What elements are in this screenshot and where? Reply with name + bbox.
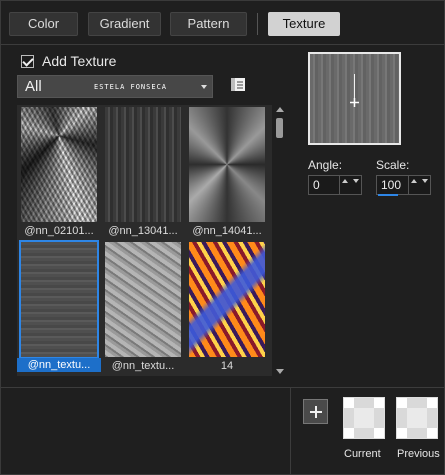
angle-stepper[interactable] <box>308 175 362 195</box>
spin-up-icon[interactable] <box>411 179 417 183</box>
add-texture-label: Add Texture <box>42 53 117 69</box>
thumbnail-caption: @nn_textu... <box>111 360 175 372</box>
texture-thumbnail-image <box>105 242 181 357</box>
scale-label: Scale: <box>376 158 410 172</box>
scale-input[interactable] <box>377 176 410 194</box>
texture-thumbnail-image <box>21 107 97 222</box>
texture-thumbnail-grid: @nn_02101... @nn_13041... @nn_14041... @… <box>17 105 272 376</box>
chevron-down-icon <box>201 85 207 89</box>
tab-separator <box>257 13 258 35</box>
bottom-vertical-divider <box>290 388 291 475</box>
angle-input[interactable] <box>309 176 341 194</box>
current-swatch[interactable] <box>343 397 385 439</box>
texture-thumbnail-image <box>19 240 99 359</box>
scroll-down-icon[interactable] <box>276 369 284 374</box>
scrollbar-thumb[interactable] <box>276 118 283 138</box>
tabs-divider <box>1 44 445 45</box>
thumbnail-caption: 14 <box>220 360 234 372</box>
scroll-up-icon[interactable] <box>276 107 284 112</box>
thumbnail-caption: @nn_14041... <box>192 225 262 237</box>
tab-pattern[interactable]: Pattern <box>170 12 247 36</box>
add-texture-checkbox[interactable] <box>21 55 34 68</box>
tab-color[interactable]: Color <box>9 12 78 36</box>
texture-library-icon[interactable] <box>229 77 247 93</box>
chevron-down-icon[interactable] <box>353 179 359 183</box>
spin-up-icon[interactable] <box>342 179 348 183</box>
thumbnail-caption: @nn_textu... <box>17 358 101 372</box>
tab-texture[interactable]: Texture <box>268 12 340 36</box>
angle-label: Angle: <box>308 158 343 172</box>
tab-gradient[interactable]: Gradient <box>88 12 161 36</box>
texture-thumbnail-image <box>189 242 265 357</box>
previous-label: Previous <box>397 448 440 460</box>
thumbnail-caption: @nn_02101... <box>24 225 94 237</box>
current-label: Current <box>344 448 381 460</box>
scale-focus-indicator <box>378 194 398 196</box>
material-tabs: Color Gradient Pattern Texture <box>1 1 445 45</box>
scale-spin-buttons[interactable] <box>408 176 430 194</box>
previous-swatch[interactable] <box>396 397 438 439</box>
texture-thumbnail-image <box>105 107 181 222</box>
thumbnail-caption: @nn_13041... <box>108 225 178 237</box>
texture-panel: Color Gradient Pattern Texture Add Textu… <box>0 0 445 475</box>
author-signature: ESTELA FONSECA <box>94 83 168 91</box>
bottom-divider <box>1 387 445 388</box>
crosshair-icon <box>350 98 359 107</box>
texture-thumbnail-image <box>189 107 265 222</box>
category-dropdown[interactable]: All ESTELA FONSECA <box>17 75 213 98</box>
category-value: All <box>25 78 42 95</box>
angle-spin-buttons[interactable] <box>339 176 361 194</box>
scale-stepper[interactable] <box>376 175 431 195</box>
texture-preview[interactable] <box>308 52 401 145</box>
chevron-down-icon[interactable] <box>422 179 428 183</box>
plus-icon[interactable] <box>303 399 328 424</box>
grid-scrollbar[interactable] <box>274 105 286 376</box>
